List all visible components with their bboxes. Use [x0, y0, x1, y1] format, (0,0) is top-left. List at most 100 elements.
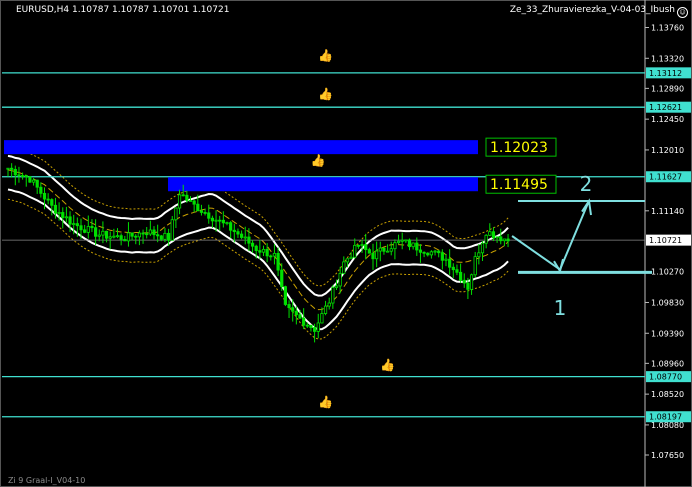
candle-body: [382, 247, 386, 252]
thumbs-up-icon: 👍: [318, 49, 333, 63]
candle-body: [338, 272, 342, 287]
candle-body: [506, 238, 510, 242]
candle-body: [218, 219, 222, 222]
candle-body: [444, 258, 448, 261]
candle-body: [236, 231, 240, 235]
candle-body: [42, 192, 47, 200]
candle-body: [130, 232, 134, 237]
candle-body: [134, 235, 138, 238]
candle-body: [345, 258, 350, 263]
outer-band-upper: [7, 145, 509, 287]
price-tick-label: 1.13320: [651, 54, 684, 63]
arrow-head-down: [553, 258, 564, 274]
candle-body: [316, 322, 320, 332]
candle-body: [466, 282, 470, 290]
candle-body: [119, 235, 123, 240]
candle-body: [90, 226, 94, 229]
candle-body: [265, 248, 269, 257]
thumbs-up-icon: 👍: [311, 154, 326, 168]
price-tick-label: 1.09390: [651, 329, 684, 338]
candle-body: [298, 314, 302, 319]
candle-body: [57, 212, 61, 214]
price-tick-label: 1.11140: [651, 207, 684, 216]
candle-body: [214, 219, 218, 222]
candle-body: [437, 250, 441, 254]
price-tick-label: 1.09830: [651, 298, 684, 307]
candle-body: [378, 247, 382, 252]
candle-body: [221, 219, 225, 224]
candle-body: [258, 250, 262, 253]
candle-body: [353, 244, 357, 258]
candle-body: [433, 250, 437, 253]
candle-body: [349, 256, 353, 260]
candle-body: [495, 236, 499, 239]
candle-body: [210, 217, 214, 222]
candle-body: [112, 235, 116, 238]
candle-body: [94, 227, 98, 237]
candle-body: [415, 242, 419, 251]
symbol-header-text: EURUSD,H4 1.10787 1.10787 1.10701 1.1072…: [16, 5, 230, 15]
inner-band-lower: [7, 188, 509, 331]
candle-body: [174, 207, 178, 221]
candle-body: [261, 248, 266, 253]
candle-body: [342, 261, 346, 274]
candle-body: [83, 229, 87, 233]
candle-body: [287, 304, 291, 309]
candle-body: [294, 310, 298, 316]
candle-body: [411, 242, 415, 248]
candle-body: [502, 238, 507, 242]
candle-body: [108, 236, 112, 239]
thumbs-up-icon: 👍: [380, 358, 395, 372]
smiley-icon: ☺: [677, 7, 688, 18]
price-tick-label: 1.07650: [651, 451, 684, 460]
candle-body: [418, 249, 423, 253]
candle-body: [181, 194, 185, 197]
thumbs-up-icon: 👍: [318, 395, 333, 409]
candle-body: [272, 252, 277, 257]
candle-body: [185, 194, 189, 201]
candle-body: [163, 232, 167, 240]
price-tag-label: 1.08197: [649, 413, 682, 422]
candle-body: [64, 216, 68, 219]
candle-body: [79, 225, 83, 231]
candle-body: [469, 274, 474, 290]
price-tick-label: 1.10270: [651, 268, 684, 277]
candle-body: [367, 249, 371, 254]
candle-body: [123, 239, 127, 242]
annotation-label-2: 2: [580, 172, 593, 196]
price-tick-label: 1.08080: [651, 421, 684, 430]
candle-body: [364, 244, 368, 251]
candle-body: [455, 269, 459, 273]
candle-body: [97, 234, 101, 237]
candle-body: [375, 250, 379, 260]
price-tick-label: 1.12890: [651, 84, 684, 93]
candle-body: [422, 251, 426, 254]
candle-body: [68, 216, 72, 225]
candle-body: [309, 324, 313, 329]
candle-body: [473, 256, 477, 276]
candle-body: [28, 176, 32, 183]
zone-label: 1.12023: [490, 140, 548, 156]
candle-body: [269, 255, 273, 258]
candle-body: [499, 236, 503, 242]
candle-body: [188, 200, 193, 202]
candle-body: [451, 266, 455, 271]
candle-body: [404, 239, 408, 242]
candle-body: [86, 226, 90, 233]
candle-body: [400, 239, 404, 242]
candle-body: [396, 240, 401, 244]
candle-body: [39, 186, 43, 194]
price-tick-label: 1.12010: [651, 146, 684, 155]
candle-body: [448, 258, 452, 268]
candle-body: [407, 239, 412, 248]
candle-body: [20, 175, 25, 177]
candle-body: [247, 236, 251, 244]
candle-body: [426, 252, 430, 256]
candle-body: [229, 222, 233, 231]
chart-plot[interactable]: 1.13760 1.13320 1.12890 1.12450 1.12010 1.111…: [0, 0, 692, 487]
annotation-label-1: 1: [554, 296, 567, 320]
candle-body: [491, 231, 496, 239]
candle-body: [126, 232, 131, 242]
candle-body: [170, 219, 174, 241]
candle-body: [166, 232, 171, 241]
